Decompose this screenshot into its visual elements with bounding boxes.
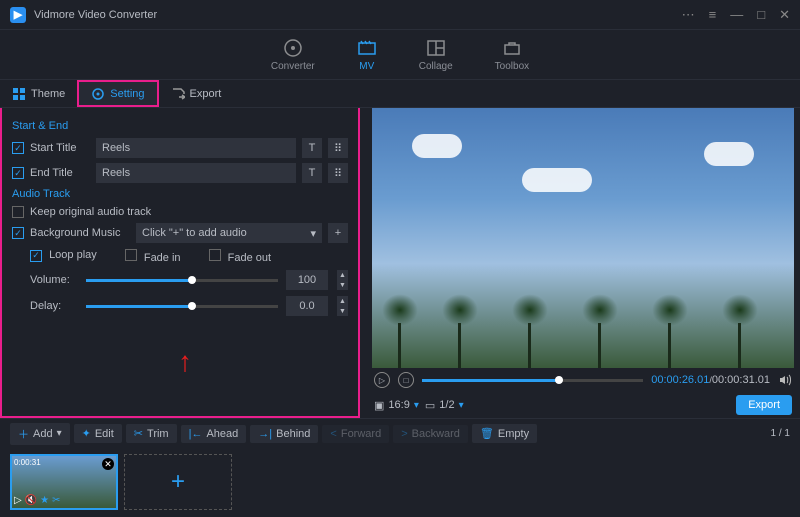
zoom-dropdown[interactable]: ▭ 1/2 ▾ <box>425 399 464 412</box>
volume-slider[interactable] <box>86 279 278 282</box>
maximize-icon[interactable]: □ <box>757 7 765 23</box>
crop-icon: ▣ <box>374 399 384 412</box>
stop-button[interactable]: □ <box>398 372 414 388</box>
forward-button[interactable]: <Forward <box>322 425 389 443</box>
mv-icon <box>357 38 377 58</box>
toolbox-icon <box>502 38 522 58</box>
app-title: Vidmore Video Converter <box>34 9 682 21</box>
remove-clip-icon[interactable]: ✕ <box>102 458 114 470</box>
delay-up-icon[interactable]: ▲ <box>337 296 348 306</box>
export-button[interactable]: Export <box>736 395 792 415</box>
wand-icon: ✦ <box>82 427 91 440</box>
volume-icon[interactable] <box>778 373 792 387</box>
start-title-effect-icon[interactable]: ⠿ <box>328 138 348 158</box>
add-clip-button[interactable]: + <box>124 454 232 510</box>
fadein-checkbox[interactable] <box>125 249 137 261</box>
start-end-heading: Start & End <box>12 120 348 132</box>
clip-thumbnail[interactable]: 0:00:31 ✕ ▷ 🔇 ★ ✂ <box>10 454 118 510</box>
add-audio-button[interactable]: + <box>328 223 348 243</box>
trim-button[interactable]: ✂Trim <box>126 424 177 443</box>
backward-icon: > <box>401 428 407 440</box>
audio-heading: Audio Track <box>12 188 348 200</box>
ahead-button[interactable]: |←Ahead <box>181 425 247 443</box>
delay-label: Delay: <box>30 300 78 312</box>
fadeout-checkbox[interactable] <box>209 249 221 261</box>
zoom-icon: ▭ <box>425 399 435 412</box>
keep-original-checkbox[interactable] <box>12 206 24 218</box>
forward-icon: < <box>330 428 336 440</box>
clip-toolbar: ＋Add ▾ ✦Edit ✂Trim |←Ahead →|Behind <For… <box>0 418 800 448</box>
converter-icon <box>283 38 303 58</box>
plus-icon: ＋ <box>18 426 29 442</box>
gear-icon <box>91 87 105 101</box>
chevron-down-icon: ▾ <box>310 227 316 240</box>
page-indicator: 1 / 1 <box>771 428 790 439</box>
mv-subnav: Theme Setting Export <box>0 80 800 108</box>
bg-music-checkbox[interactable] <box>12 227 24 239</box>
export-icon <box>171 87 185 101</box>
progress-bar[interactable] <box>422 379 643 382</box>
aspect-ratio-dropdown[interactable]: ▣ 16:9 ▾ <box>374 399 419 412</box>
start-title-checkbox[interactable] <box>12 142 24 154</box>
play-button[interactable]: ▷ <box>374 372 390 388</box>
end-title-label: End Title <box>30 167 90 179</box>
clip-mute-icon[interactable]: 🔇 <box>25 495 37 506</box>
nav-toolbox[interactable]: Toolbox <box>495 38 529 72</box>
app-logo: ▶ <box>10 7 26 23</box>
behind-icon: →| <box>258 428 272 440</box>
empty-button[interactable]: 🗑Empty <box>472 424 537 443</box>
video-preview[interactable] <box>372 108 794 368</box>
bg-music-dropdown[interactable]: Click "+" to add audio ▾ <box>136 223 322 243</box>
scissors-icon: ✂ <box>134 427 143 440</box>
start-title-label: Start Title <box>30 142 90 154</box>
trash-icon: 🗑 <box>480 427 494 440</box>
annotation-arrow: ↑ <box>178 346 192 378</box>
nav-mv[interactable]: MV <box>357 38 377 72</box>
minimize-icon[interactable]: — <box>730 7 743 23</box>
grid-icon <box>12 87 26 101</box>
tab-export[interactable]: Export <box>159 80 234 107</box>
edit-button[interactable]: ✦Edit <box>74 424 122 443</box>
backward-button[interactable]: >Backward <box>393 425 468 443</box>
end-title-effect-icon[interactable]: ⠿ <box>328 163 348 183</box>
preview-panel: ▷ □ 00:00:26.01/00:00:31.01 ▣ 16:9 ▾ ▭ 1… <box>360 108 800 418</box>
clip-star-icon[interactable]: ★ <box>40 495 49 506</box>
close-icon[interactable]: ✕ <box>779 7 790 23</box>
volume-up-icon[interactable]: ▲ <box>337 270 348 280</box>
volume-down-icon[interactable]: ▼ <box>337 280 348 290</box>
volume-value[interactable]: 100 <box>286 270 328 290</box>
nav-converter[interactable]: Converter <box>271 38 315 72</box>
feedback-icon[interactable]: ⋯ <box>682 7 695 23</box>
tab-theme[interactable]: Theme <box>0 80 77 107</box>
end-title-checkbox[interactable] <box>12 167 24 179</box>
menu-icon[interactable]: ≡ <box>709 7 717 23</box>
nav-collage[interactable]: Collage <box>419 38 453 72</box>
start-title-text-icon[interactable]: T <box>302 138 322 158</box>
clip-scissors-icon[interactable]: ✂ <box>52 495 60 506</box>
add-button[interactable]: ＋Add ▾ <box>10 423 70 445</box>
behind-button[interactable]: →|Behind <box>250 425 318 443</box>
volume-label: Volume: <box>30 274 78 286</box>
ahead-icon: |← <box>189 428 203 440</box>
main-nav: Converter MV Collage Toolbox <box>0 30 800 80</box>
delay-slider[interactable] <box>86 305 278 308</box>
clip-timeline: 0:00:31 ✕ ▷ 🔇 ★ ✂ + <box>0 448 800 516</box>
tab-setting[interactable]: Setting <box>77 80 158 107</box>
end-title-input[interactable] <box>96 163 296 183</box>
clip-play-icon[interactable]: ▷ <box>14 495 22 506</box>
delay-value[interactable]: 0.0 <box>286 296 328 316</box>
collage-icon <box>426 38 446 58</box>
time-display: 00:00:26.01/00:00:31.01 <box>651 374 770 386</box>
loop-checkbox[interactable] <box>30 250 42 262</box>
end-title-text-icon[interactable]: T <box>302 163 322 183</box>
bg-music-label: Background Music <box>30 227 130 239</box>
start-title-input[interactable] <box>96 138 296 158</box>
keep-original-label: Keep original audio track <box>30 206 151 218</box>
clip-duration: 0:00:31 <box>14 458 41 467</box>
delay-down-icon[interactable]: ▼ <box>337 306 348 316</box>
